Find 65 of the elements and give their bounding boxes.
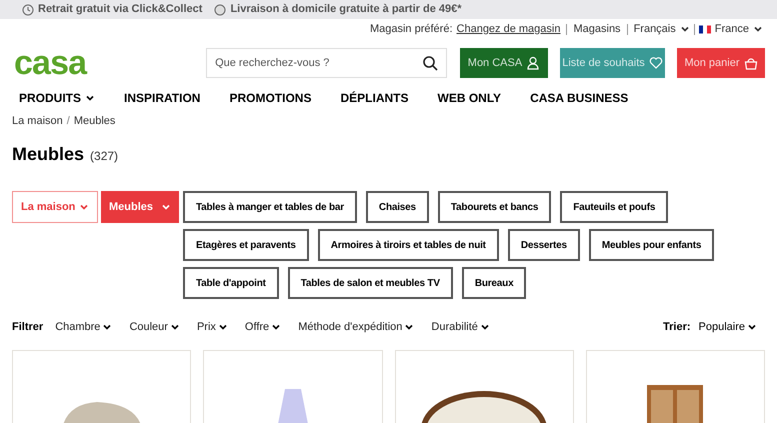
filter-dropdown[interactable]: Méthode d'expédition (298, 318, 414, 336)
subcategory-chip[interactable]: Tabourets et bancs (438, 191, 552, 223)
chevron-down-icon (102, 322, 112, 332)
chevron-down-icon (753, 24, 763, 34)
search-icon (423, 56, 438, 70)
nav-link[interactable]: PROMOTIONS (229, 89, 312, 107)
filter-dropdown[interactable]: Chambre (55, 318, 112, 336)
store-label: Magasin préféré: (370, 22, 453, 37)
chevron-down-icon (170, 322, 180, 332)
category-chip[interactable]: Meubles (101, 191, 179, 223)
chevron-down-icon (480, 322, 490, 332)
category-chip[interactable]: La maison (12, 191, 98, 223)
flag-icon (698, 24, 711, 34)
search-input[interactable]: Que recherchez-vous ? (215, 54, 423, 72)
result-count: (327) (90, 148, 118, 165)
chevron-down-icon (85, 93, 96, 103)
promo-text: Livraison à domicile gratuite à partir de 49€* (230, 2, 462, 18)
page-title: Meubles (12, 143, 84, 166)
subcategory-chip[interactable]: Table d'appoint (183, 267, 279, 299)
subcategory-chip[interactable]: Chaises (366, 191, 429, 223)
chevron-down-icon (271, 322, 282, 332)
breadcrumb-link[interactable]: Meubles (74, 112, 116, 130)
filter-dropdown[interactable]: Couleur (129, 318, 180, 336)
basket-icon (744, 56, 758, 70)
subcategory-chip[interactable]: Tables à manger et tables de bar (183, 191, 357, 223)
product-card[interactable] (586, 350, 765, 423)
filter-label: Filtrer (12, 320, 44, 335)
chevron-down-icon (79, 202, 89, 212)
sort-dropdown[interactable]: Populaire (698, 318, 757, 336)
cabinet-drawing (647, 385, 704, 423)
nav-link[interactable]: WEB ONLY (438, 89, 502, 107)
nav-link[interactable]: CASA BUSINESS (530, 89, 628, 107)
subcategory-chip[interactable]: Tables de salon et meubles TV (288, 267, 453, 299)
clock-icon (22, 4, 34, 16)
filter-dropdown[interactable]: Durabilité (431, 318, 490, 336)
heart-icon (648, 56, 663, 70)
breadcrumb-separator: / (66, 114, 70, 129)
stores-link[interactable]: Magasins (573, 20, 621, 38)
promo-text: Retrait gratuit via Click&Collect (38, 2, 202, 18)
subcategory-chip[interactable]: Dessertes (508, 229, 580, 261)
country-selector[interactable]: France (698, 20, 763, 38)
subcategory-chip[interactable]: Etagères et paravents (183, 229, 309, 261)
filter-dropdown[interactable]: Offre (244, 318, 282, 336)
filter-dropdown[interactable]: Prix (196, 318, 228, 336)
chevron-down-icon (218, 322, 228, 332)
nav-link[interactable]: PRODUITS (19, 89, 96, 107)
chevron-down-icon (747, 322, 757, 332)
change-store-link[interactable]: Changez de magasin (456, 20, 560, 38)
account-button[interactable]: Mon CASA (460, 48, 548, 78)
chevron-down-icon (161, 202, 171, 212)
circle-icon (214, 4, 226, 16)
nav-link[interactable]: DÉPLIANTS (340, 89, 408, 107)
product-card[interactable] (394, 350, 574, 423)
language-selector[interactable]: Français (634, 20, 690, 38)
subcategory-chip[interactable]: Meubles pour enfants (588, 229, 714, 261)
subcategory-chip[interactable]: Bureaux (462, 267, 526, 299)
subcategory-chip[interactable]: Fauteuils et poufs (560, 191, 668, 223)
search-field[interactable]: Que recherchez-vous ? (206, 48, 447, 78)
chevron-down-icon (404, 322, 414, 332)
user-icon (526, 56, 540, 70)
chevron-down-icon (680, 24, 690, 34)
breadcrumb-link[interactable]: La maison (12, 112, 63, 130)
nav-link[interactable]: INSPIRATION (124, 89, 200, 107)
subcategory-chip[interactable]: Armoires à tiroirs et tables de nuit (318, 229, 499, 261)
sort-label: Trier: (663, 320, 691, 335)
